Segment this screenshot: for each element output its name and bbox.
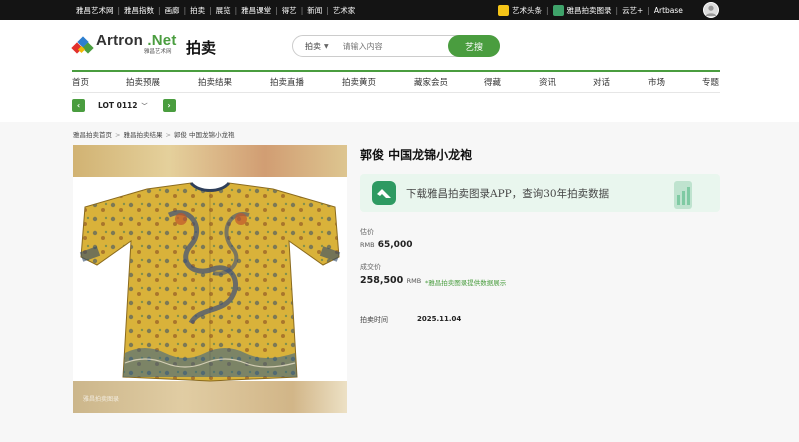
chevron-down-icon[interactable]: ▼ bbox=[324, 43, 329, 50]
nav-decang[interactable]: 得藏 bbox=[484, 76, 501, 88]
catalog-app-icon bbox=[552, 4, 564, 16]
nav-dialogue[interactable]: 对话 bbox=[593, 76, 610, 88]
top-link-sep: | bbox=[546, 5, 549, 15]
prev-lot-button[interactable]: ‹ bbox=[72, 99, 85, 112]
top-link-sep: | bbox=[647, 5, 650, 15]
auction-date-label: 拍卖时间 bbox=[360, 316, 388, 324]
lot-title: 郭俊 中国龙锦小龙袍 bbox=[360, 148, 473, 162]
lot-number[interactable]: LOT 0112 bbox=[98, 101, 138, 110]
dragon-robe-image: 雅昌拍卖图录 bbox=[73, 145, 347, 413]
app-download-banner[interactable]: 下载雅昌拍卖图录APP，查询30年拍卖数据 bbox=[360, 174, 720, 212]
toutiao-icon bbox=[498, 4, 509, 16]
breadcrumb-home[interactable]: 雅昌拍卖首页 bbox=[73, 131, 112, 139]
section-title: 拍卖 bbox=[186, 39, 217, 57]
sold-value: 258,500 RMB bbox=[360, 275, 421, 286]
catalog-app-link[interactable]: 雅昌拍卖图录 bbox=[552, 4, 612, 16]
lot-switcher: ‹ LOT 0112 ﹀ › bbox=[72, 99, 176, 112]
sold-label: 成交价 bbox=[360, 263, 381, 271]
estimate-value: RMB 65,000 bbox=[360, 240, 412, 250]
logo-subtitle: 雅昌艺术网 bbox=[144, 49, 172, 55]
artron-logo[interactable]: Artron .Net 雅昌艺术网 bbox=[71, 32, 177, 55]
toutiao-link[interactable]: 艺术头条 bbox=[498, 4, 542, 16]
main-nav: 首页 拍卖预展 拍卖结果 拍卖直播 拍卖黄页 藏家会员 得藏 资讯 对话 市场 … bbox=[72, 70, 720, 92]
search-button[interactable]: 艺搜 bbox=[448, 35, 500, 57]
search-bar: 拍卖 ▼ 艺搜 bbox=[292, 35, 500, 57]
breadcrumb-current: 郭俊 中国龙锦小龙袍 bbox=[173, 131, 235, 139]
top-link-artist[interactable]: 艺术家 bbox=[329, 5, 360, 16]
banner-text: 下载雅昌拍卖图录APP，查询30年拍卖数据 bbox=[406, 188, 610, 200]
top-link-gallery[interactable]: 画廊 bbox=[161, 5, 184, 16]
artbase-link[interactable]: Artbase bbox=[654, 6, 683, 15]
top-right-links: 艺术头条 | 雅昌拍卖图录 | 云艺+ | Artbase bbox=[498, 0, 683, 20]
watermark-text: 雅昌拍卖图录 bbox=[83, 395, 119, 403]
nav-live[interactable]: 拍卖直播 bbox=[270, 76, 304, 88]
nav-home[interactable]: 首页 bbox=[72, 76, 89, 88]
sold-note: *雅昌拍卖图录提供数据展示 bbox=[425, 279, 507, 287]
breadcrumb-sep: > bbox=[115, 131, 121, 139]
top-link-news[interactable]: 新闻 bbox=[303, 5, 326, 16]
top-link-deyi[interactable]: 得艺 bbox=[278, 5, 301, 16]
sold-currency: RMB bbox=[406, 277, 422, 285]
top-link-artron[interactable]: 雅昌艺术网 bbox=[72, 5, 118, 16]
nav-preview[interactable]: 拍卖预展 bbox=[126, 76, 160, 88]
phone-chart-icon bbox=[674, 181, 692, 209]
estimate-currency: RMB bbox=[360, 241, 375, 249]
nav-news[interactable]: 资讯 bbox=[539, 76, 556, 88]
breadcrumb-results[interactable]: 雅昌拍卖结果 bbox=[123, 131, 162, 139]
nav-collector[interactable]: 藏家会员 bbox=[414, 76, 448, 88]
nav-topics[interactable]: 专题 bbox=[702, 76, 719, 88]
search-category-select[interactable]: 拍卖 bbox=[305, 41, 321, 52]
header: Artron .Net 雅昌艺术网 拍卖 拍卖 ▼ 艺搜 首页 拍卖预展 拍卖结… bbox=[0, 20, 799, 122]
estimate-label: 估价 bbox=[360, 228, 374, 236]
sold-amount: 258,500 bbox=[360, 275, 404, 286]
top-links: 雅昌艺术网 | 雅昌指数 | 画廊 | 拍卖 | 展览 | 雅昌课堂 | 得艺 | 新闻 | 艺… bbox=[72, 0, 359, 20]
breadcrumb: 雅昌拍卖首页 > 雅昌拍卖结果 > 郭俊 中国龙锦小龙袍 bbox=[73, 129, 234, 139]
yunyi-link[interactable]: 云艺+ bbox=[622, 5, 643, 16]
next-lot-button[interactable]: › bbox=[162, 99, 176, 112]
top-link-class[interactable]: 雅昌课堂 bbox=[237, 5, 275, 16]
logo-mark-icon bbox=[71, 35, 94, 54]
lot-image[interactable]: 雅昌拍卖图录 bbox=[73, 145, 347, 413]
top-link-sep: | bbox=[615, 5, 619, 15]
auction-date-value: 2025.11.04 bbox=[417, 315, 462, 323]
top-link-index[interactable]: 雅昌指数 bbox=[120, 5, 158, 16]
nav-market[interactable]: 市场 bbox=[648, 76, 665, 88]
logo-text-artron: Artron bbox=[96, 32, 144, 49]
top-link-exhibition[interactable]: 展览 bbox=[212, 5, 235, 16]
nav-divider bbox=[72, 92, 720, 93]
catalog-app-label: 雅昌拍卖图录 bbox=[566, 5, 612, 15]
user-avatar[interactable] bbox=[703, 2, 719, 18]
estimate-amount: 65,000 bbox=[377, 240, 413, 250]
breadcrumb-sep: > bbox=[165, 131, 171, 139]
toutiao-label: 艺术头条 bbox=[512, 5, 542, 15]
nav-results[interactable]: 拍卖结果 bbox=[198, 76, 232, 88]
chevron-down-icon[interactable]: ﹀ bbox=[142, 101, 148, 110]
search-input[interactable] bbox=[342, 41, 433, 51]
catalog-app-icon bbox=[372, 181, 396, 205]
top-bar: 雅昌艺术网 | 雅昌指数 | 画廊 | 拍卖 | 展览 | 雅昌课堂 | 得艺 | 新闻 | 艺… bbox=[0, 0, 799, 20]
nav-yellowpages[interactable]: 拍卖黄页 bbox=[342, 76, 376, 88]
top-link-auction[interactable]: 拍卖 bbox=[186, 5, 209, 16]
